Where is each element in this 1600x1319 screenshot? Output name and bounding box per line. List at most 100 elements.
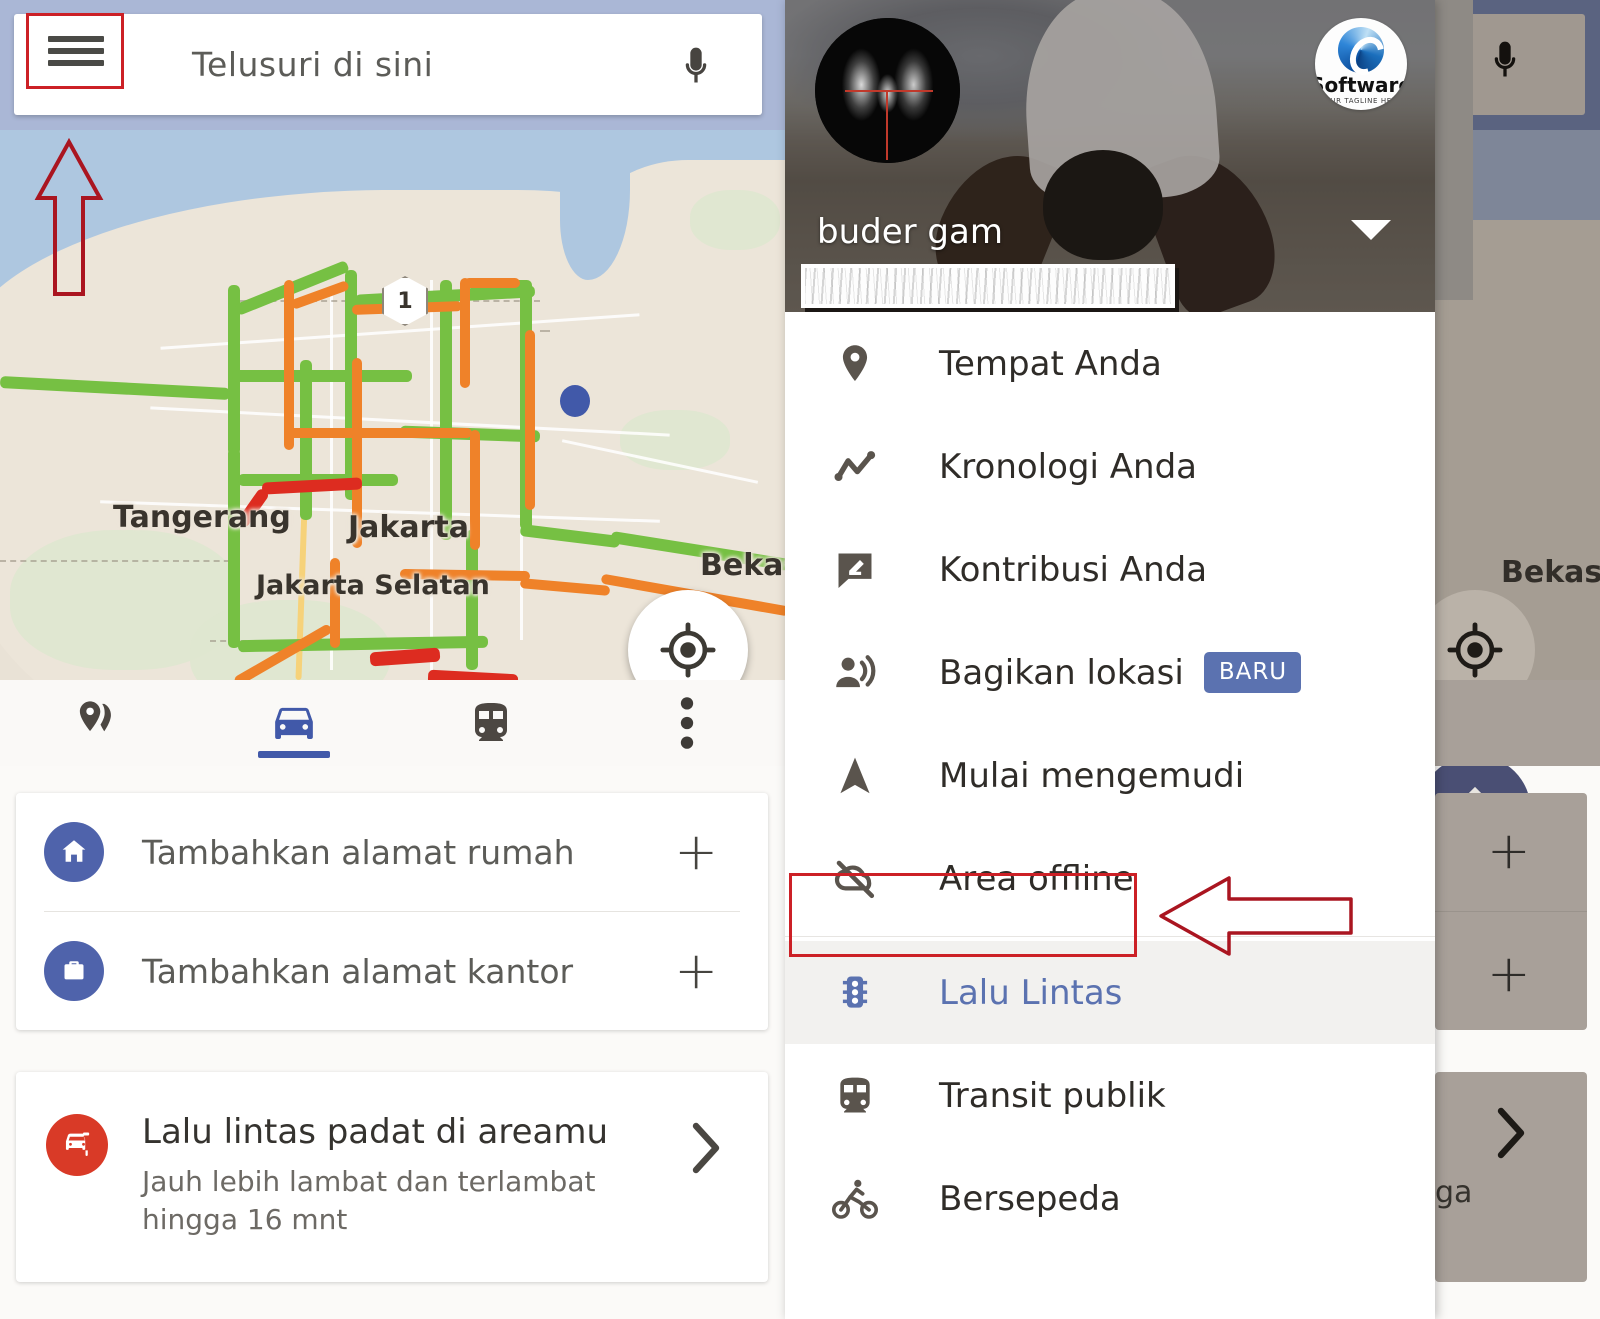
logo-name: Software — [1315, 73, 1407, 97]
cloud-off-icon — [827, 855, 883, 903]
drawer-menu: Tempat Anda Kronologi Anda Kontribusi An… — [785, 312, 1435, 1250]
map-label-jakarta-selatan: Jakarta Selatan — [256, 570, 490, 601]
traffic-alert-title: Lalu lintas padat di areamu — [142, 1112, 609, 1152]
map-boundary — [0, 560, 240, 562]
backdrop-add-work-button[interactable]: + — [1487, 948, 1531, 1000]
drawer-layer-bersepeda[interactable]: Bersepeda — [785, 1147, 1435, 1250]
tab-more[interactable] — [589, 680, 785, 766]
drawer-item-label: Area offline — [939, 858, 1134, 899]
annotation-arrow-left — [1159, 876, 1353, 956]
drawer-item-bagikan-lokasi[interactable]: Bagikan lokasi BARU — [785, 621, 1435, 724]
drawer-item-mulai-mengemudi[interactable]: Mulai mengemudi — [785, 724, 1435, 827]
drawer-item-kontribusi-anda[interactable]: Kontribusi Anda — [785, 518, 1435, 621]
search-bar[interactable]: Telusuri di sini — [14, 14, 762, 115]
timeline-icon — [827, 444, 883, 490]
backdrop-traffic-text-fragment: ga — [1435, 1175, 1473, 1210]
avatar-crosshair — [845, 90, 933, 92]
divider — [1435, 911, 1587, 912]
map-green-area — [690, 190, 780, 250]
map-green-area — [620, 410, 730, 470]
contribute-edit-icon — [827, 547, 883, 593]
map-road — [430, 280, 433, 670]
bicycle-icon — [827, 1175, 883, 1223]
backdrop-tab-bar — [1435, 680, 1600, 766]
search-bar-container: Telusuri di sini — [0, 0, 785, 130]
saved-addresses-card: Tambahkan alamat rumah + Tambahkan alama… — [16, 793, 768, 1030]
address-label-work: Tambahkan alamat kantor — [142, 951, 574, 991]
drawer-item-label: Kontribusi Anda — [939, 549, 1208, 590]
drawer-item-tempat-anda[interactable]: Tempat Anda — [785, 312, 1435, 415]
more-vertical-icon — [680, 697, 694, 749]
traffic-jam-car-icon — [46, 1114, 108, 1176]
navigation-arrow-icon — [827, 753, 883, 799]
share-location-icon — [827, 650, 883, 696]
drawer-item-kronologi-anda[interactable]: Kronologi Anda — [785, 415, 1435, 518]
place-pin-icon — [827, 341, 883, 387]
chevron-right-icon[interactable] — [1493, 1105, 1529, 1161]
dimmed-background-screen: Bekas + + ga — [1435, 0, 1600, 1319]
map-traffic-segment — [440, 280, 452, 540]
map-label-jakarta: Jakarta — [348, 510, 469, 545]
map-traffic-segment — [288, 428, 358, 438]
drawer-item-label: Mulai mengemudi — [939, 755, 1245, 796]
annotation-hamburger-highlight — [26, 13, 124, 89]
my-location-icon — [1447, 622, 1503, 678]
logo-swirl-icon — [1338, 27, 1384, 73]
composite-screenshot: 1 Tangerang Jakarta Jakarta Selatan Beka… — [0, 0, 1600, 1319]
address-row-home[interactable]: Tambahkan alamat rumah + — [16, 793, 768, 911]
account-name: buder gam — [817, 212, 1003, 252]
search-input[interactable]: Telusuri di sini — [192, 14, 433, 115]
train-icon — [827, 1074, 883, 1118]
drawer-item-label: Tempat Anda — [939, 343, 1162, 384]
chevron-down-icon[interactable] — [1351, 220, 1391, 240]
address-row-work[interactable]: Tambahkan alamat kantor + — [16, 912, 768, 1030]
map-label-tangerang: Tangerang — [113, 500, 291, 535]
map-label-bekasi: Bekas — [700, 548, 785, 583]
status-badge: BARU — [1203, 652, 1302, 693]
add-home-address-button[interactable]: + — [674, 826, 718, 878]
drawer-layer-transit-publik[interactable]: Transit publik — [785, 1044, 1435, 1147]
map-traffic-segment — [232, 370, 412, 382]
map-canvas[interactable]: 1 Tangerang Jakarta Jakarta Selatan Beka… — [0, 130, 785, 680]
map-traffic-segment — [525, 330, 535, 510]
address-label-home: Tambahkan alamat rumah — [142, 832, 575, 872]
chevron-right-icon[interactable] — [688, 1120, 724, 1282]
tab-active-indicator — [258, 751, 331, 758]
microphone-icon[interactable] — [1483, 36, 1527, 84]
avatar[interactable] — [815, 18, 960, 163]
my-location-icon — [660, 622, 716, 678]
account-email-redacted — [801, 264, 1175, 308]
drawer-account-header[interactable]: Software YOUR TAGLINE HERE buder gam — [785, 0, 1435, 312]
map-boundary — [540, 330, 550, 332]
home-icon — [44, 822, 104, 882]
traffic-alert-card[interactable]: Lalu lintas padat di areamu Jauh lebih l… — [16, 1072, 768, 1282]
train-icon — [474, 703, 507, 741]
drawer-layer-label: Transit publik — [939, 1075, 1166, 1116]
map-traffic-segment — [470, 430, 480, 550]
traffic-alert-subtitle: Jauh lebih lambat dan terlambat hingga 1… — [142, 1165, 596, 1237]
map-traffic-segment — [352, 428, 472, 438]
map-traffic-segment — [300, 360, 312, 520]
add-work-address-button[interactable]: + — [674, 945, 718, 997]
annotation-arrow-up — [34, 138, 104, 296]
left-phone-screen: 1 Tangerang Jakarta Jakarta Selatan Beka… — [0, 0, 785, 1319]
drawer-item-label: Bagikan lokasi — [939, 652, 1184, 693]
map-traffic-segment — [460, 278, 470, 388]
avatar-crosshair — [886, 90, 888, 160]
map-traffic-segment — [464, 278, 520, 288]
backdrop-photo-edge — [1435, 0, 1473, 300]
redaction-scribble — [805, 268, 1171, 304]
car-icon — [275, 707, 314, 740]
drawer-layer-label: Lalu Lintas — [939, 972, 1123, 1013]
microphone-icon[interactable] — [674, 42, 718, 90]
backdrop-add-home-button[interactable]: + — [1487, 825, 1531, 877]
tab-transit[interactable] — [393, 680, 589, 766]
tab-explore[interactable] — [0, 680, 196, 766]
tab-driving[interactable] — [196, 680, 392, 766]
drawer-layer-label: Bersepeda — [939, 1178, 1121, 1219]
explore-pin-icon — [80, 701, 112, 732]
map-saved-place-dot[interactable] — [560, 385, 590, 417]
traffic-light-icon — [827, 971, 883, 1015]
work-briefcase-icon — [44, 941, 104, 1001]
drawer-item-label: Kronologi Anda — [939, 446, 1197, 487]
